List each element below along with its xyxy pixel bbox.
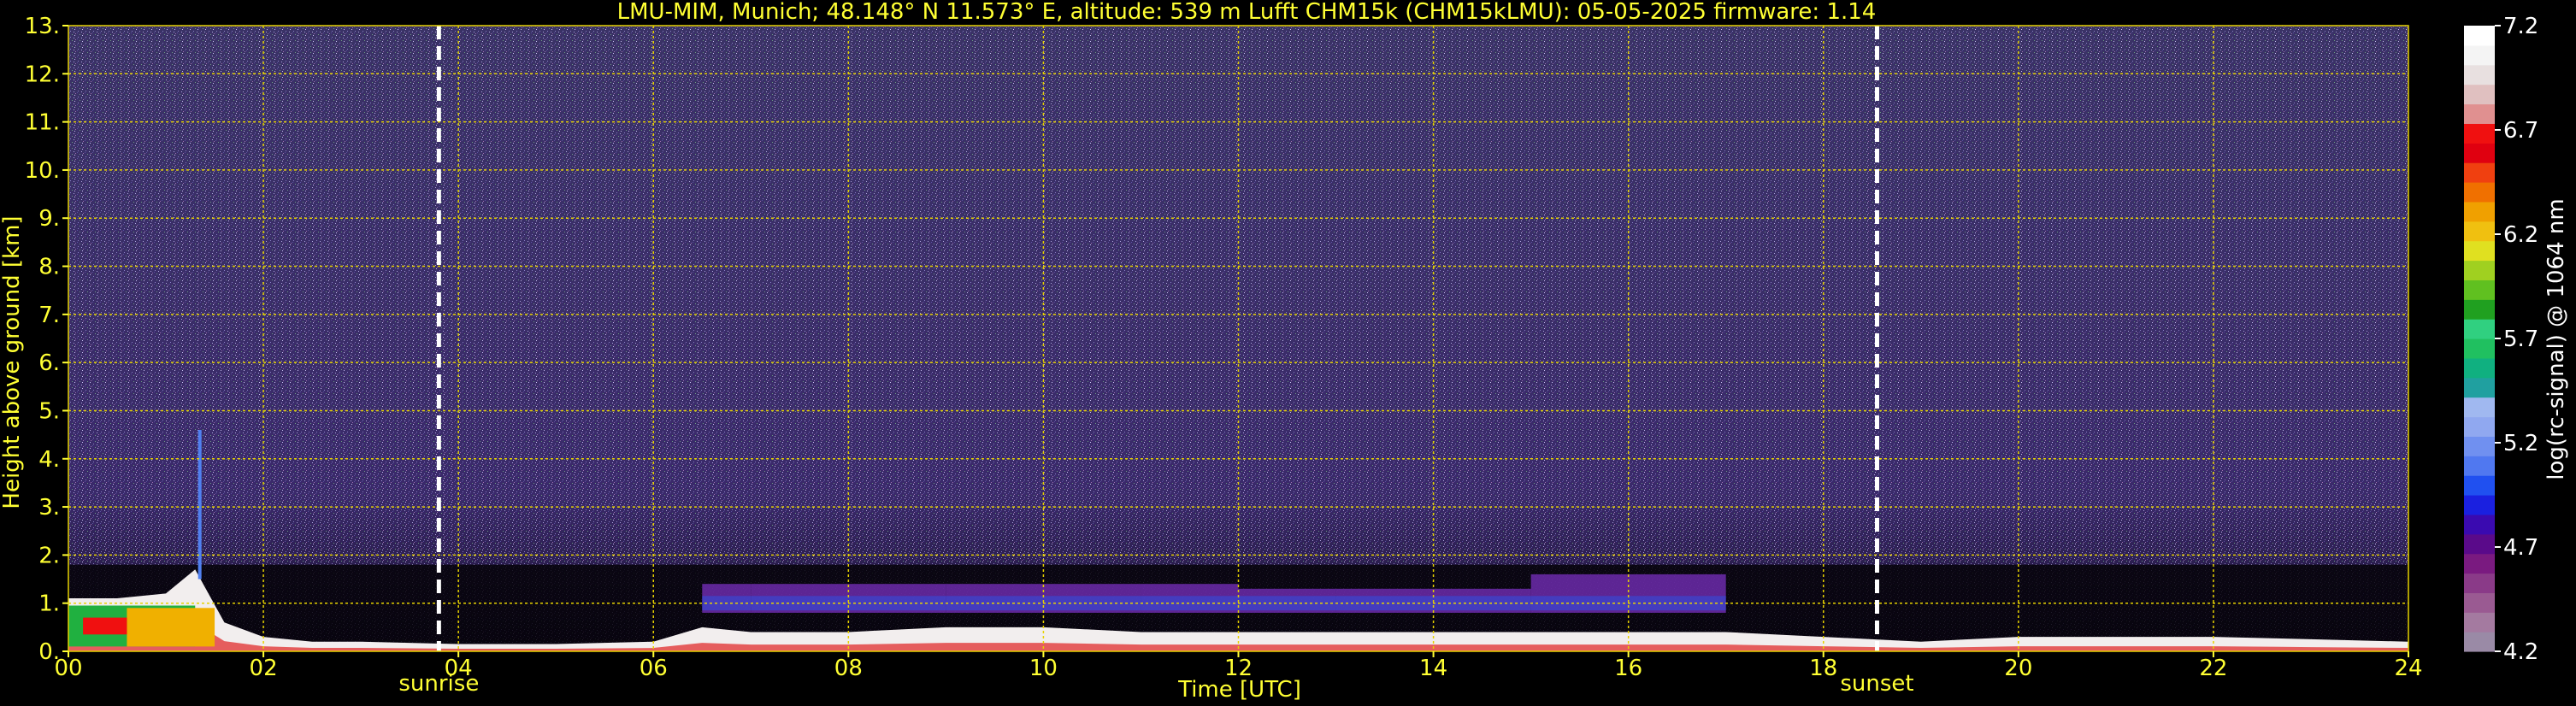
colorbar-segment <box>2464 123 2495 144</box>
colorbar-tick-label: 7.2 <box>2503 14 2538 39</box>
colorbar-segment <box>2464 377 2495 398</box>
ceilometer-chart: sunrise sunset 0.1.2.3.4.5.6.7.8.9.10.11.… <box>0 0 2569 703</box>
colorbar-segment <box>2464 495 2495 515</box>
y-tick-label: 10. <box>25 158 60 184</box>
colorbar-segment <box>2464 436 2495 456</box>
sunset-label: sunset <box>1840 671 1913 697</box>
x-tick-label: 04 <box>445 656 473 681</box>
colorbar-segment <box>2464 338 2495 359</box>
colorbar-segment <box>2464 299 2495 320</box>
y-tick-label: 7. <box>38 303 60 328</box>
plume-spike <box>197 429 202 580</box>
y-tick-label: 1. <box>38 591 60 617</box>
colorbar-segment <box>2464 592 2495 613</box>
y-tick-label: 6. <box>38 350 60 376</box>
colorbar-segment <box>2464 319 2495 339</box>
chart-title: LMU-MIM, Munich; 48.148° N 11.573° E, al… <box>617 0 1877 25</box>
y-tick-label: 12. <box>25 62 60 87</box>
colorbar-segment <box>2464 475 2495 496</box>
colorbar-segment <box>2464 26 2495 46</box>
colorbar-tick-label: 5.2 <box>2503 431 2538 456</box>
colorbar: 4.2 4.7 5.2 5.7 6.2 6.7 7.2 <box>2464 14 2538 665</box>
residual-layer-orange <box>127 608 215 647</box>
colorbar-tick-label: 6.7 <box>2503 118 2538 144</box>
y-tick-label: 4. <box>38 447 60 473</box>
y-axis-label: Height above ground [km] <box>0 215 25 509</box>
x-tick-label: 24 <box>2394 656 2422 681</box>
x-tick-label: 02 <box>250 656 278 681</box>
colorbar-segment <box>2464 162 2495 183</box>
colorbar-segment <box>2464 84 2495 105</box>
colorbar-segment <box>2464 103 2495 124</box>
colorbar-segment <box>2464 182 2495 203</box>
x-tick-label: 08 <box>834 656 863 681</box>
colorbar-segment <box>2464 143 2495 163</box>
colorbar-segment <box>2464 44 2495 66</box>
colorbar-segment <box>2464 612 2495 632</box>
colorbar-tick-label: 4.7 <box>2503 535 2538 561</box>
x-tick-label: 20 <box>2004 656 2032 681</box>
colorbar-segment <box>2464 357 2495 379</box>
colorbar-segment <box>2464 201 2495 222</box>
colorbar-segment <box>2464 260 2495 280</box>
colorbar-segment <box>2464 279 2495 300</box>
x-tick-label: 18 <box>1809 656 1837 681</box>
colorbar-segment <box>2464 573 2495 593</box>
x-axis-label: Time [UTC] <box>1177 677 1301 703</box>
colorbar-segment <box>2464 533 2495 555</box>
x-tick-label: 16 <box>1614 656 1642 681</box>
colorbar-segment <box>2464 397 2495 418</box>
y-tick-label: 2. <box>38 543 60 568</box>
colorbar-label: log(rc-signal) @ 1064 nm <box>2544 198 2569 479</box>
colorbar-segment <box>2464 456 2495 476</box>
colorbar-tick-label: 5.7 <box>2503 327 2538 352</box>
y-tick-label: 13. <box>25 14 60 39</box>
y-tick-label: 8. <box>38 255 60 280</box>
y-tick-label: 5. <box>38 398 60 424</box>
colorbar-segment <box>2464 221 2495 242</box>
y-tick-label: 11. <box>25 110 60 136</box>
colorbar-segment <box>2464 240 2495 262</box>
y-tick-label: 9. <box>38 206 60 232</box>
x-tick-label: 06 <box>640 656 668 681</box>
colorbar-segment <box>2464 64 2495 85</box>
x-tick-label: 00 <box>54 656 82 681</box>
colorbar-segment <box>2464 553 2495 574</box>
colorbar-tick-label: 6.2 <box>2503 222 2538 248</box>
x-tick-label: 10 <box>1029 656 1058 681</box>
colorbar-segment <box>2464 416 2495 437</box>
y-tick-label: 3. <box>38 495 60 521</box>
x-tick-label: 14 <box>1419 656 1447 681</box>
x-tick-label: 22 <box>2199 656 2227 681</box>
colorbar-segment <box>2464 632 2495 652</box>
colorbar-segment <box>2464 514 2495 535</box>
colorbar-tick-label: 4.2 <box>2503 639 2538 665</box>
residual-layer-red <box>83 617 127 635</box>
